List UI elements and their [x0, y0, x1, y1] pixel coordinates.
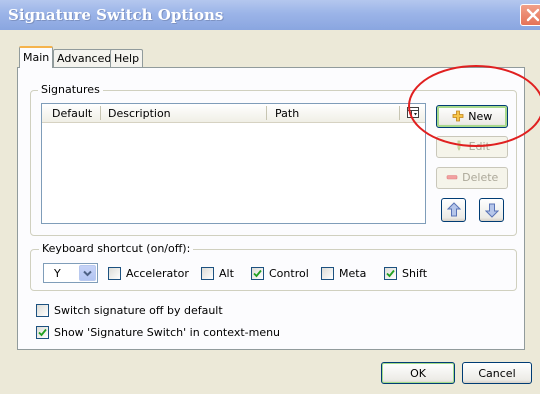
cancel-button[interactable]: Cancel [462, 362, 532, 384]
edit-button[interactable]: Edit [436, 136, 508, 158]
shift-checkbox[interactable] [384, 267, 397, 280]
check-icon [253, 269, 262, 278]
accelerator-label: Accelerator [126, 267, 189, 280]
signatures-group-label: Signatures [38, 83, 103, 96]
ok-button[interactable]: OK [381, 362, 455, 384]
meta-checkbox[interactable] [321, 267, 334, 280]
accelerator-checkbox[interactable] [108, 267, 121, 280]
move-up-button[interactable] [441, 198, 466, 222]
column-picker-icon[interactable] [406, 106, 420, 120]
context-menu-checkbox[interactable] [36, 326, 49, 339]
window-title: Signature Switch Options [8, 6, 224, 24]
keyboard-shortcut-label: Keyboard shortcut (on/off): [39, 242, 194, 255]
column-header-description[interactable]: Description [108, 107, 171, 120]
arrow-up-icon [447, 202, 461, 217]
delete-button[interactable]: Delete [436, 167, 508, 189]
shift-label: Shift [402, 267, 428, 280]
tab-help[interactable]: Help [110, 49, 144, 67]
column-header-default[interactable]: Default [52, 107, 92, 120]
context-menu-label: Show 'Signature Switch' in context-menu [54, 326, 281, 339]
list-header: Default Description Path [42, 104, 425, 123]
chevron-down-icon [83, 270, 92, 277]
meta-label: Meta [339, 267, 367, 280]
check-icon [38, 328, 47, 337]
close-icon [526, 8, 540, 22]
options-dialog: Signature Switch Options Main Advanced H… [0, 0, 540, 394]
shortcut-key-value: Y [54, 267, 61, 280]
minus-icon [446, 175, 457, 180]
arrow-down-icon [485, 203, 499, 218]
plus-icon [452, 110, 464, 122]
alt-label: Alt [219, 267, 234, 280]
switch-off-default-checkbox[interactable] [36, 304, 49, 317]
switch-off-default-label: Switch signature off by default [54, 304, 223, 317]
tab-main[interactable]: Main [19, 46, 54, 68]
close-button[interactable] [520, 4, 540, 26]
check-icon [386, 269, 395, 278]
alt-checkbox[interactable] [201, 267, 214, 280]
dropdown-button[interactable] [79, 265, 96, 281]
move-down-button[interactable] [479, 198, 504, 222]
pencil-icon [457, 140, 461, 151]
new-button[interactable]: New [436, 105, 508, 128]
signatures-list[interactable]: Default Description Path [41, 103, 426, 224]
control-label: Control [269, 267, 309, 280]
title-bar[interactable]: Signature Switch Options [0, 0, 540, 30]
control-checkbox[interactable] [251, 267, 264, 280]
shortcut-key-select[interactable]: Y [43, 263, 98, 283]
tab-advanced[interactable]: Advanced [53, 49, 116, 67]
column-header-path[interactable]: Path [275, 107, 299, 120]
